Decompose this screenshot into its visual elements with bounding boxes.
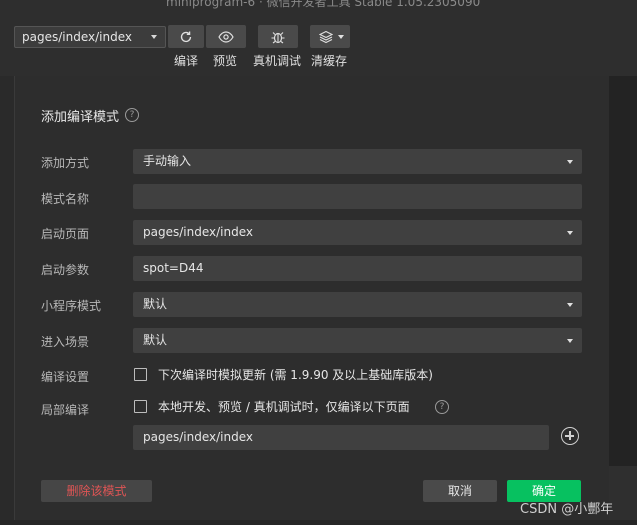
chevron-down-icon	[567, 303, 573, 307]
bottom-edge	[0, 520, 637, 525]
add-mode-label: 添加方式	[41, 156, 90, 170]
window-titlebar: miniprogram-6 · 微信开发者工具 Stable 1.05.2305…	[0, 0, 637, 14]
chevron-down-icon	[567, 160, 573, 164]
scene-value: 默认	[143, 333, 168, 347]
scene-label: 进入场景	[41, 335, 90, 349]
add-compile-mode-dialog: 添加编译模式 ? 添加方式 手动输入 模式名称 启动页面 pages/index…	[14, 76, 609, 525]
partial-compile-checkbox[interactable]	[134, 400, 147, 413]
add-mode-select[interactable]: 手动输入	[133, 149, 582, 174]
launch-params-label: 启动参数	[41, 263, 90, 277]
left-panel-edge	[0, 76, 14, 525]
cancel-button[interactable]: 取消	[423, 480, 497, 502]
compile-label: 编译	[174, 54, 199, 68]
miniprogram-mode-value: 默认	[143, 297, 168, 311]
delete-mode-button[interactable]: 删除该模式	[41, 480, 152, 502]
chevron-down-icon	[567, 231, 573, 235]
chevron-down-icon	[338, 35, 344, 39]
bug-icon	[271, 31, 285, 43]
right-panel-edge	[609, 76, 637, 525]
simulate-update-checkbox[interactable]	[134, 368, 147, 381]
scene-select[interactable]: 默认	[133, 328, 582, 353]
launch-page-select[interactable]: pages/index/index	[133, 220, 582, 245]
launch-page-label: 启动页面	[41, 227, 90, 241]
layers-icon	[319, 30, 333, 43]
compile-button[interactable]	[168, 25, 204, 48]
launch-page-value: pages/index/index	[143, 225, 253, 239]
chevron-down-icon	[151, 35, 157, 39]
mode-name-input[interactable]	[133, 184, 582, 209]
chevron-down-icon	[567, 339, 573, 343]
partial-compile-text: 本地开发、预览 / 真机调试时，仅编译以下页面	[158, 400, 410, 414]
partial-compile-page-value: pages/index/index	[143, 430, 253, 444]
toolbar: pages/index/index 编译 预览 真机调试 清缓存	[0, 14, 637, 76]
help-icon[interactable]: ?	[435, 400, 449, 414]
clear-cache-label: 清缓存	[311, 54, 348, 68]
partial-compile-label: 局部编译	[41, 403, 90, 417]
mode-name-label: 模式名称	[41, 192, 90, 206]
preview-button[interactable]	[206, 25, 246, 48]
add-mode-value: 手动输入	[143, 154, 192, 168]
miniprogram-mode-select[interactable]: 默认	[133, 292, 582, 317]
eye-icon	[218, 30, 234, 43]
compile-settings-label: 编译设置	[41, 370, 90, 384]
partial-compile-page-input[interactable]: pages/index/index	[133, 425, 549, 450]
remote-debug-label: 真机调试	[253, 54, 302, 68]
watermark: CSDN @小酆年	[520, 502, 614, 517]
launch-params-input[interactable]: spot=D44	[133, 256, 582, 281]
page-path-value: pages/index/index	[22, 30, 132, 44]
add-page-icon[interactable]	[561, 427, 579, 445]
window-title: miniprogram-6 · 微信开发者工具 Stable 1.05.2305…	[166, 0, 481, 9]
miniprogram-mode-label: 小程序模式	[41, 299, 102, 313]
simulate-update-text: 下次编译时模拟更新 (需 1.9.90 及以上基础库版本)	[158, 368, 433, 382]
refresh-icon	[180, 31, 192, 42]
clear-cache-button[interactable]	[310, 25, 350, 48]
preview-label: 预览	[213, 54, 238, 68]
dialog-title: 添加编译模式	[41, 110, 120, 125]
help-icon[interactable]: ?	[125, 108, 139, 122]
remote-debug-button[interactable]	[258, 25, 298, 48]
page-path-select[interactable]: pages/index/index	[14, 26, 166, 48]
launch-params-value: spot=D44	[143, 261, 204, 275]
